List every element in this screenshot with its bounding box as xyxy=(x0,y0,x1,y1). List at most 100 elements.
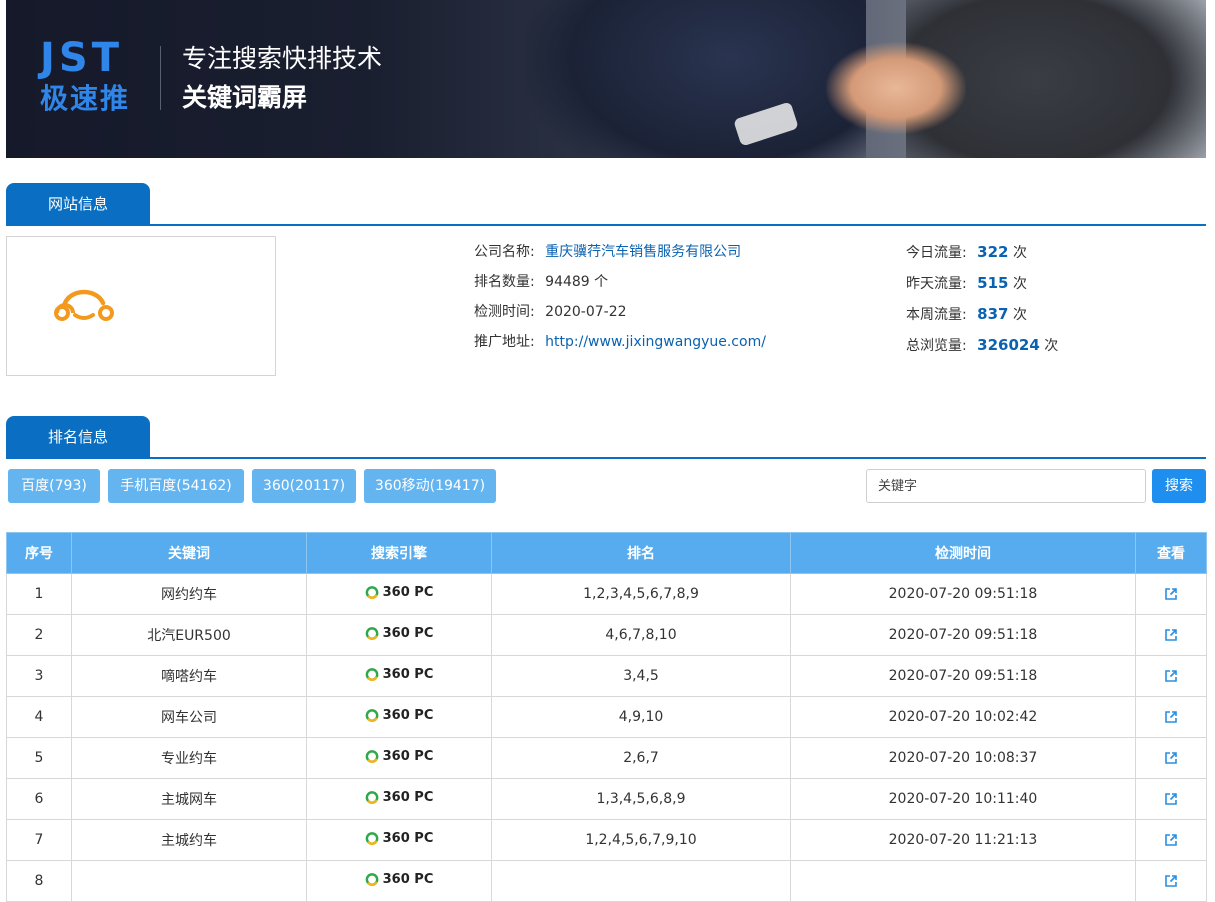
row-view[interactable] xyxy=(1135,778,1207,820)
table-row: 7 主城约车 360 PC 1,2,4,5,6,7,9,10 2020-07-20 11… xyxy=(6,819,1207,861)
row-view[interactable] xyxy=(1135,819,1207,861)
table-row: 2 北汽EUR500 360 PC 4,6,7,8,10 2020-07-20 09:5… xyxy=(6,614,1207,656)
stat-total: 总浏览量: 326024 次 xyxy=(906,335,1058,356)
row-rank: 3,4,5 xyxy=(491,655,791,697)
engine-label: 360 PC xyxy=(382,666,434,682)
engine-label: 360 PC xyxy=(382,584,434,600)
filter-mobile-baidu-button[interactable]: 手机百度(54162) xyxy=(108,469,244,503)
row-keyword: 北汽EUR500 xyxy=(71,614,307,656)
row-view[interactable] xyxy=(1135,614,1207,656)
row-view[interactable] xyxy=(1135,737,1207,779)
row-rank: 4,6,7,8,10 xyxy=(491,614,791,656)
company-logo-box xyxy=(6,236,276,376)
row-engine: 360 PC xyxy=(306,696,492,738)
row-check-time: 2020-07-20 09:51:18 xyxy=(790,573,1136,615)
row-no: 1 xyxy=(6,573,72,615)
row-rank: 1,2,4,5,6,7,9,10 xyxy=(491,819,791,861)
row-no: 2 xyxy=(6,614,72,656)
row-no: 4 xyxy=(6,696,72,738)
search-button[interactable]: 搜索 xyxy=(1152,469,1206,503)
360-search-icon xyxy=(365,667,379,681)
engine-label: 360 PC xyxy=(382,871,434,887)
header-banner: JST 极速推 专注搜索快排技术 关键词霸屏 xyxy=(6,0,1206,158)
external-link-icon[interactable] xyxy=(1164,751,1178,765)
filter-360-mobile-button[interactable]: 360移动(19417) xyxy=(364,469,496,503)
filter-360-button[interactable]: 360(20117) xyxy=(252,469,356,503)
stat-today-value: 322 xyxy=(977,243,1009,261)
engine-label: 360 PC xyxy=(382,830,434,846)
table-row: 3 嘀嗒约车 360 PC 3,4,5 2020-07-20 09:51:18 xyxy=(6,655,1207,697)
external-link-icon[interactable] xyxy=(1164,833,1178,847)
360-search-icon xyxy=(365,626,379,640)
filter-baidu-button[interactable]: 百度(793) xyxy=(8,469,100,503)
stat-week: 本周流量: 837 次 xyxy=(906,304,1027,325)
brand-logo-cn: 极速推 xyxy=(40,82,131,115)
row-view[interactable] xyxy=(1135,696,1207,738)
keyword-search-input[interactable] xyxy=(866,469,1146,503)
banner-slogan-line1: 专注搜索快排技术 xyxy=(182,44,383,73)
engine-badge: 360 PC xyxy=(365,871,434,887)
stat-week-unit: 次 xyxy=(1012,307,1027,323)
col-header-no: 序号 xyxy=(6,532,72,574)
row-check-time xyxy=(790,860,1136,902)
row-rank: 2,6,7 xyxy=(491,737,791,779)
engine-badge: 360 PC xyxy=(365,708,433,723)
engine-badge: 360 PC xyxy=(365,748,434,764)
stat-total-value: 326024 xyxy=(977,336,1040,354)
brand-logo-en: JST xyxy=(40,35,123,81)
engine-label: 360 PC xyxy=(382,748,434,764)
external-link-icon[interactable] xyxy=(1164,628,1178,642)
row-check-time: 2020-07-20 10:11:40 xyxy=(790,778,1136,820)
row-engine: 360 PC xyxy=(306,819,492,861)
tab-site-info[interactable]: 网站信息 xyxy=(6,183,150,225)
row-engine: 360 PC xyxy=(306,573,492,615)
table-row: 1 网约约车 360 PC 1,2,3,4,5,6,7,8,9 2020-07-20 0… xyxy=(6,573,1207,615)
360-search-icon xyxy=(365,585,379,599)
engine-badge: 360 PC xyxy=(365,830,434,846)
row-engine: 360 PC xyxy=(306,614,492,656)
engine-badge: 360 PC xyxy=(365,666,434,682)
row-engine: 360 PC xyxy=(306,860,492,902)
tab-ranking-info[interactable]: 排名信息 xyxy=(6,416,150,458)
row-no: 3 xyxy=(6,655,72,697)
engine-label: 360 PC xyxy=(382,789,434,805)
external-link-icon[interactable] xyxy=(1164,874,1178,888)
col-header-engine: 搜索引擎 xyxy=(306,532,492,574)
stat-week-label: 本周流量: xyxy=(906,307,967,323)
row-no: 8 xyxy=(6,860,72,902)
stat-yesterday-unit: 次 xyxy=(1012,276,1027,292)
row-keyword: 主城网车 xyxy=(71,778,307,820)
table-row: 4 网车公司 360 PC 4,9,10 2020-07-20 10:02:42 xyxy=(6,696,1207,738)
row-check-time: 2020-07-20 11:21:13 xyxy=(790,819,1136,861)
check-time-row: 检测时间: 2020-07-22 xyxy=(474,302,627,322)
engine-badge: 360 PC xyxy=(365,584,434,600)
promo-url-link[interactable]: http://www.jixingwangyue.com/ xyxy=(545,334,766,350)
col-header-rank: 排名 xyxy=(491,532,791,574)
row-engine: 360 PC xyxy=(306,655,492,697)
external-link-icon[interactable] xyxy=(1164,669,1178,683)
promo-url-row: 推广地址: http://www.jixingwangyue.com/ xyxy=(474,332,766,352)
company-name-value[interactable]: 重庆骥荇汽车销售服务有限公司 xyxy=(545,244,741,260)
engine-badge: 360 PC xyxy=(365,625,434,641)
company-logo-icon xyxy=(54,289,114,321)
external-link-icon[interactable] xyxy=(1164,587,1178,601)
row-view[interactable] xyxy=(1135,655,1207,697)
section-divider-ranking xyxy=(6,457,1206,459)
external-link-icon[interactable] xyxy=(1164,792,1178,806)
stat-today-unit: 次 xyxy=(1012,245,1027,261)
stat-week-value: 837 xyxy=(977,305,1009,323)
table-row: 8 360 PC xyxy=(6,860,1207,902)
stat-total-label: 总浏览量: xyxy=(906,338,967,354)
row-keyword: 专业约车 xyxy=(71,737,307,779)
banner-photo-left-arm xyxy=(526,0,866,158)
table-row: 5 专业约车 360 PC 2,6,7 2020-07-20 10:08:37 xyxy=(6,737,1207,779)
row-view[interactable] xyxy=(1135,573,1207,615)
banner-photo-handshake xyxy=(826,42,966,134)
company-name-label: 公司名称: xyxy=(474,244,535,260)
external-link-icon[interactable] xyxy=(1164,710,1178,724)
col-header-check-time: 检测时间 xyxy=(790,532,1136,574)
row-check-time: 2020-07-20 09:51:18 xyxy=(790,614,1136,656)
row-view[interactable] xyxy=(1135,860,1207,902)
engine-label: 360 PC xyxy=(382,625,434,641)
row-engine: 360 PC xyxy=(306,737,492,779)
